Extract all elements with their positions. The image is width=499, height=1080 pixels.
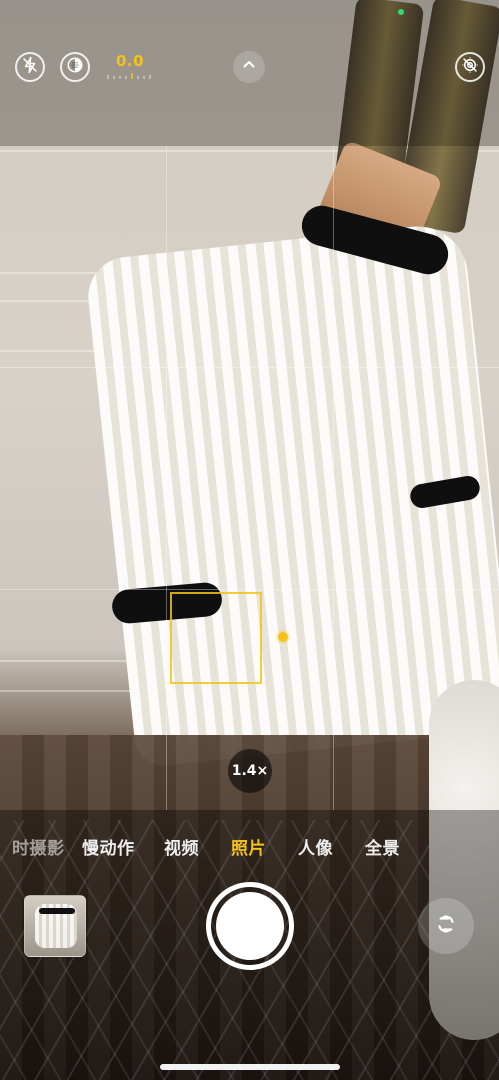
zoom-toggle-button[interactable]: 1.4× [228, 749, 272, 793]
chevron-up-icon [240, 56, 258, 78]
camera-status-indicator [398, 9, 404, 15]
mode-slow-motion[interactable]: 慢动作 [82, 834, 135, 862]
exposure-value: 0.0 [115, 52, 145, 70]
exposure-sun-icon[interactable] [278, 632, 288, 642]
controls-expand-button[interactable] [233, 51, 265, 83]
live-photo-button[interactable] [60, 52, 90, 82]
home-indicator [160, 1064, 340, 1070]
exposure-control[interactable]: 0.0 [104, 52, 156, 82]
grid-vertical-2 [333, 146, 334, 810]
mode-video[interactable]: 视频 [164, 834, 199, 862]
live-off-icon [461, 56, 479, 78]
mode-portrait[interactable]: 人像 [298, 834, 333, 862]
mode-photo[interactable]: 照片 [231, 834, 266, 862]
flash-off-icon [21, 56, 39, 78]
flash-toggle-button[interactable] [15, 52, 45, 82]
mode-selector[interactable]: 时摄影 慢动作 视频 照片 人像 全景 [0, 834, 499, 862]
switch-camera-button[interactable] [418, 898, 474, 954]
zoom-label: 1.4× [231, 763, 269, 779]
grid-horizontal-2 [0, 589, 499, 590]
grid-vertical-1 [166, 146, 167, 810]
switch-camera-icon [433, 911, 459, 941]
grid-horizontal-1 [0, 367, 499, 368]
mode-time-lapse[interactable]: 时摄影 [12, 834, 65, 862]
live-photo-icon [66, 56, 84, 78]
last-photo-thumbnail[interactable] [24, 895, 86, 957]
shutter-inner [216, 892, 284, 960]
exposure-scale [107, 73, 151, 79]
live-off-button[interactable] [455, 52, 485, 82]
focus-box [170, 592, 262, 684]
mode-panorama[interactable]: 全景 [365, 834, 400, 862]
viewfinder[interactable] [0, 146, 499, 810]
